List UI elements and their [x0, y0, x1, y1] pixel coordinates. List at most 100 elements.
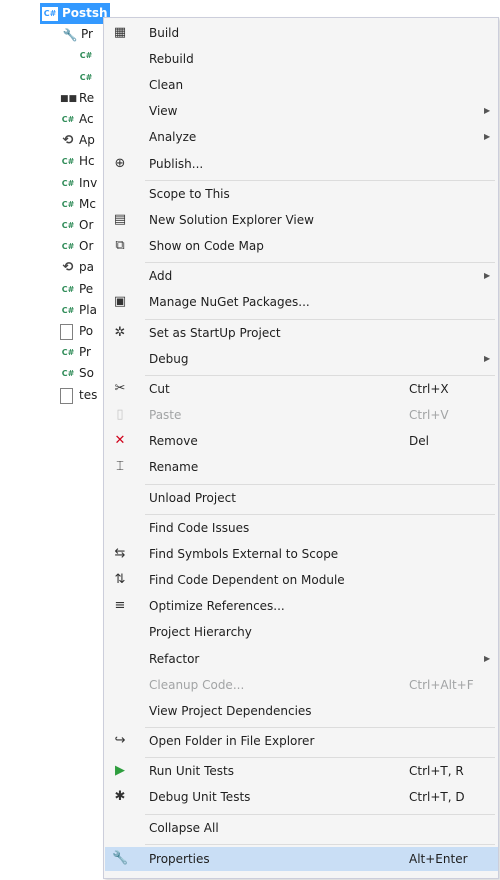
menu-item-shortcut: Ctrl+T, D: [409, 790, 465, 805]
menu-item-shortcut: Ctrl+X: [409, 382, 449, 397]
menu-item-label: Publish...: [149, 156, 204, 171]
menu-item-publish[interactable]: ⊕ Publish...: [106, 153, 496, 175]
menu-item-label: Show on Code Map: [149, 239, 264, 253]
menu-item-unload-project[interactable]: Unload Project: [106, 487, 496, 509]
menu-separator: [145, 843, 495, 845]
menu-item-label: Remove: [149, 434, 198, 449]
tree-item[interactable]: C# Postsh: [40, 3, 110, 24]
menu-separator: [145, 726, 495, 728]
file-icon: [60, 387, 73, 404]
menu-item-open-folder-in-file-explorer[interactable]: ↪ Open Folder in File Explorer: [106, 730, 496, 752]
rename-icon: ⌶: [116, 459, 124, 475]
menu-item-label: Refactor: [149, 651, 200, 666]
menu-separator: [145, 483, 495, 485]
tree-item-label: Mc: [79, 196, 96, 211]
menu-item-debug-unit-tests[interactable]: ✱ Debug Unit Tests Ctrl+T, D: [106, 786, 496, 808]
menu-item-remove[interactable]: ✕ Remove Del: [106, 430, 496, 452]
menu-separator: [145, 813, 495, 815]
csharp-file-icon: C#: [61, 115, 75, 124]
menu-item-label: Properties: [149, 852, 210, 866]
menu-item-shortcut: Alt+Enter: [409, 852, 468, 866]
build-icon: ▦: [113, 25, 127, 40]
tree-item-label: Or: [79, 218, 94, 232]
menu-item-label: New Solution Explorer View: [149, 212, 314, 227]
menu-item-rename[interactable]: ⌶ Rename: [106, 456, 496, 478]
menu-item-manage-nuget-packages[interactable]: ▣ Manage NuGet Packages...: [106, 291, 496, 313]
csharp-file-icon: C#: [61, 242, 75, 252]
open-folder-icon: ↪: [114, 733, 126, 748]
menu-item-view[interactable]: View ▶: [106, 100, 496, 122]
menu-separator: [145, 318, 495, 320]
remove-icon: ✕: [114, 433, 126, 449]
csharp-file-icon: C#: [61, 305, 75, 315]
menu-item-label: Collapse All: [149, 820, 219, 835]
menu-item-analyze[interactable]: Analyze ▶: [106, 126, 496, 148]
menu-item-shortcut: Del: [409, 434, 429, 449]
menu-item-refactor[interactable]: Refactor ▶: [106, 648, 496, 670]
menu-item-new-solution-explorer-view[interactable]: ▤ New Solution Explorer View: [106, 209, 496, 231]
menu-item-clean[interactable]: Clean: [106, 74, 496, 96]
menu-item-label: Clean: [149, 78, 184, 93]
menu-item-rebuild[interactable]: Rebuild: [106, 48, 496, 70]
menu-item-run-unit-tests[interactable]: ▶ Run Unit Tests Ctrl+T, R: [106, 760, 496, 782]
menu-item-debug[interactable]: Debug ▶: [106, 348, 496, 370]
menu-item-label: Manage NuGet Packages...: [149, 295, 310, 310]
nuget-icon: ▣: [113, 294, 127, 310]
references-icon: ■■: [60, 93, 78, 104]
menu-item-label: View: [149, 104, 178, 119]
menu-item-paste: ▯ Paste Ctrl+V: [106, 404, 496, 426]
menu-item-label: Build: [149, 26, 180, 40]
csharp-project-icon: C#: [42, 7, 58, 21]
menu-separator: [145, 262, 495, 264]
menu-item-scope-to-this[interactable]: Scope to This: [106, 183, 496, 205]
paste-icon: ▯: [116, 407, 124, 423]
menu-item-cut[interactable]: ✂ Cut Ctrl+X: [106, 378, 496, 400]
menu-item-label: Scope to This: [149, 186, 230, 201]
tree-item-label: So: [79, 366, 94, 381]
run-tests-icon: ▶: [115, 763, 125, 779]
menu-item-collapse-all[interactable]: Collapse All: [106, 817, 496, 839]
tree-item-label: pa: [79, 260, 94, 275]
menu-separator: [145, 374, 495, 376]
gear-icon: ✲: [114, 324, 126, 340]
menu-item-label: Project Hierarchy: [149, 625, 252, 640]
menu-item-label: Add: [149, 269, 173, 284]
submenu-arrow-icon: ▶: [484, 106, 491, 116]
menu-separator: [145, 757, 495, 759]
menu-item-optimize-references[interactable]: ≡ Optimize References...: [106, 595, 496, 617]
context-menu: ▦ Build Rebuild Clean View ▶ Analyze ▶ ⊕ Publish.…: [103, 17, 499, 879]
tree-item-label: Re: [79, 90, 95, 105]
tree-item-label: Or: [79, 239, 94, 254]
tree-item-label: Pr: [81, 27, 93, 42]
menu-separator: [145, 513, 495, 515]
menu-item-label: Set as StartUp Project: [149, 325, 281, 340]
csharp-file-icon: C#: [61, 178, 75, 188]
csharp-file-icon: C#: [79, 51, 93, 61]
menu-item-add[interactable]: Add ▶: [106, 265, 496, 287]
csharp-file-icon: C#: [61, 221, 75, 230]
tree-item-label: Inv: [79, 175, 98, 190]
optimize-references-icon: ≡: [114, 598, 126, 614]
menu-item-find-symbols-external-to-scope[interactable]: ⇆ Find Symbols External to Scope: [106, 543, 496, 565]
menu-item-set-as-startup-project[interactable]: ✲ Set as StartUp Project: [106, 322, 496, 344]
menu-item-view-project-dependencies[interactable]: View Project Dependencies: [106, 700, 496, 722]
menu-item-find-code-dependent-on-module[interactable]: ⇅ Find Code Dependent on Module: [106, 569, 496, 591]
find-symbols-icon: ⇆: [114, 546, 126, 562]
submenu-arrow-icon: ▶: [484, 353, 491, 363]
submenu-arrow-icon: ▶: [484, 132, 491, 142]
tree-item-label: Postsh: [62, 6, 108, 20]
tree-item-label: Ap: [79, 133, 95, 148]
menu-item-properties[interactable]: 🔧 Properties Alt+Enter: [105, 847, 498, 871]
menu-item-shortcut: Ctrl+T, R: [409, 764, 464, 779]
menu-item-label: Unload Project: [149, 490, 236, 505]
csharp-file-icon: C#: [61, 199, 75, 209]
menu-item-project-hierarchy[interactable]: Project Hierarchy: [106, 621, 496, 643]
menu-item-label: View Project Dependencies: [149, 703, 312, 718]
menu-item-label: Cleanup Code...: [149, 677, 245, 692]
csharp-file-icon: C#: [61, 369, 75, 379]
menu-item-show-on-code-map[interactable]: ⧉ Show on Code Map: [106, 235, 496, 257]
menu-item-build[interactable]: ▦ Build: [106, 22, 496, 44]
csharp-file-icon: C#: [79, 72, 93, 82]
tree-item-label: Pr: [79, 345, 91, 360]
menu-item-find-code-issues[interactable]: Find Code Issues: [106, 517, 496, 539]
